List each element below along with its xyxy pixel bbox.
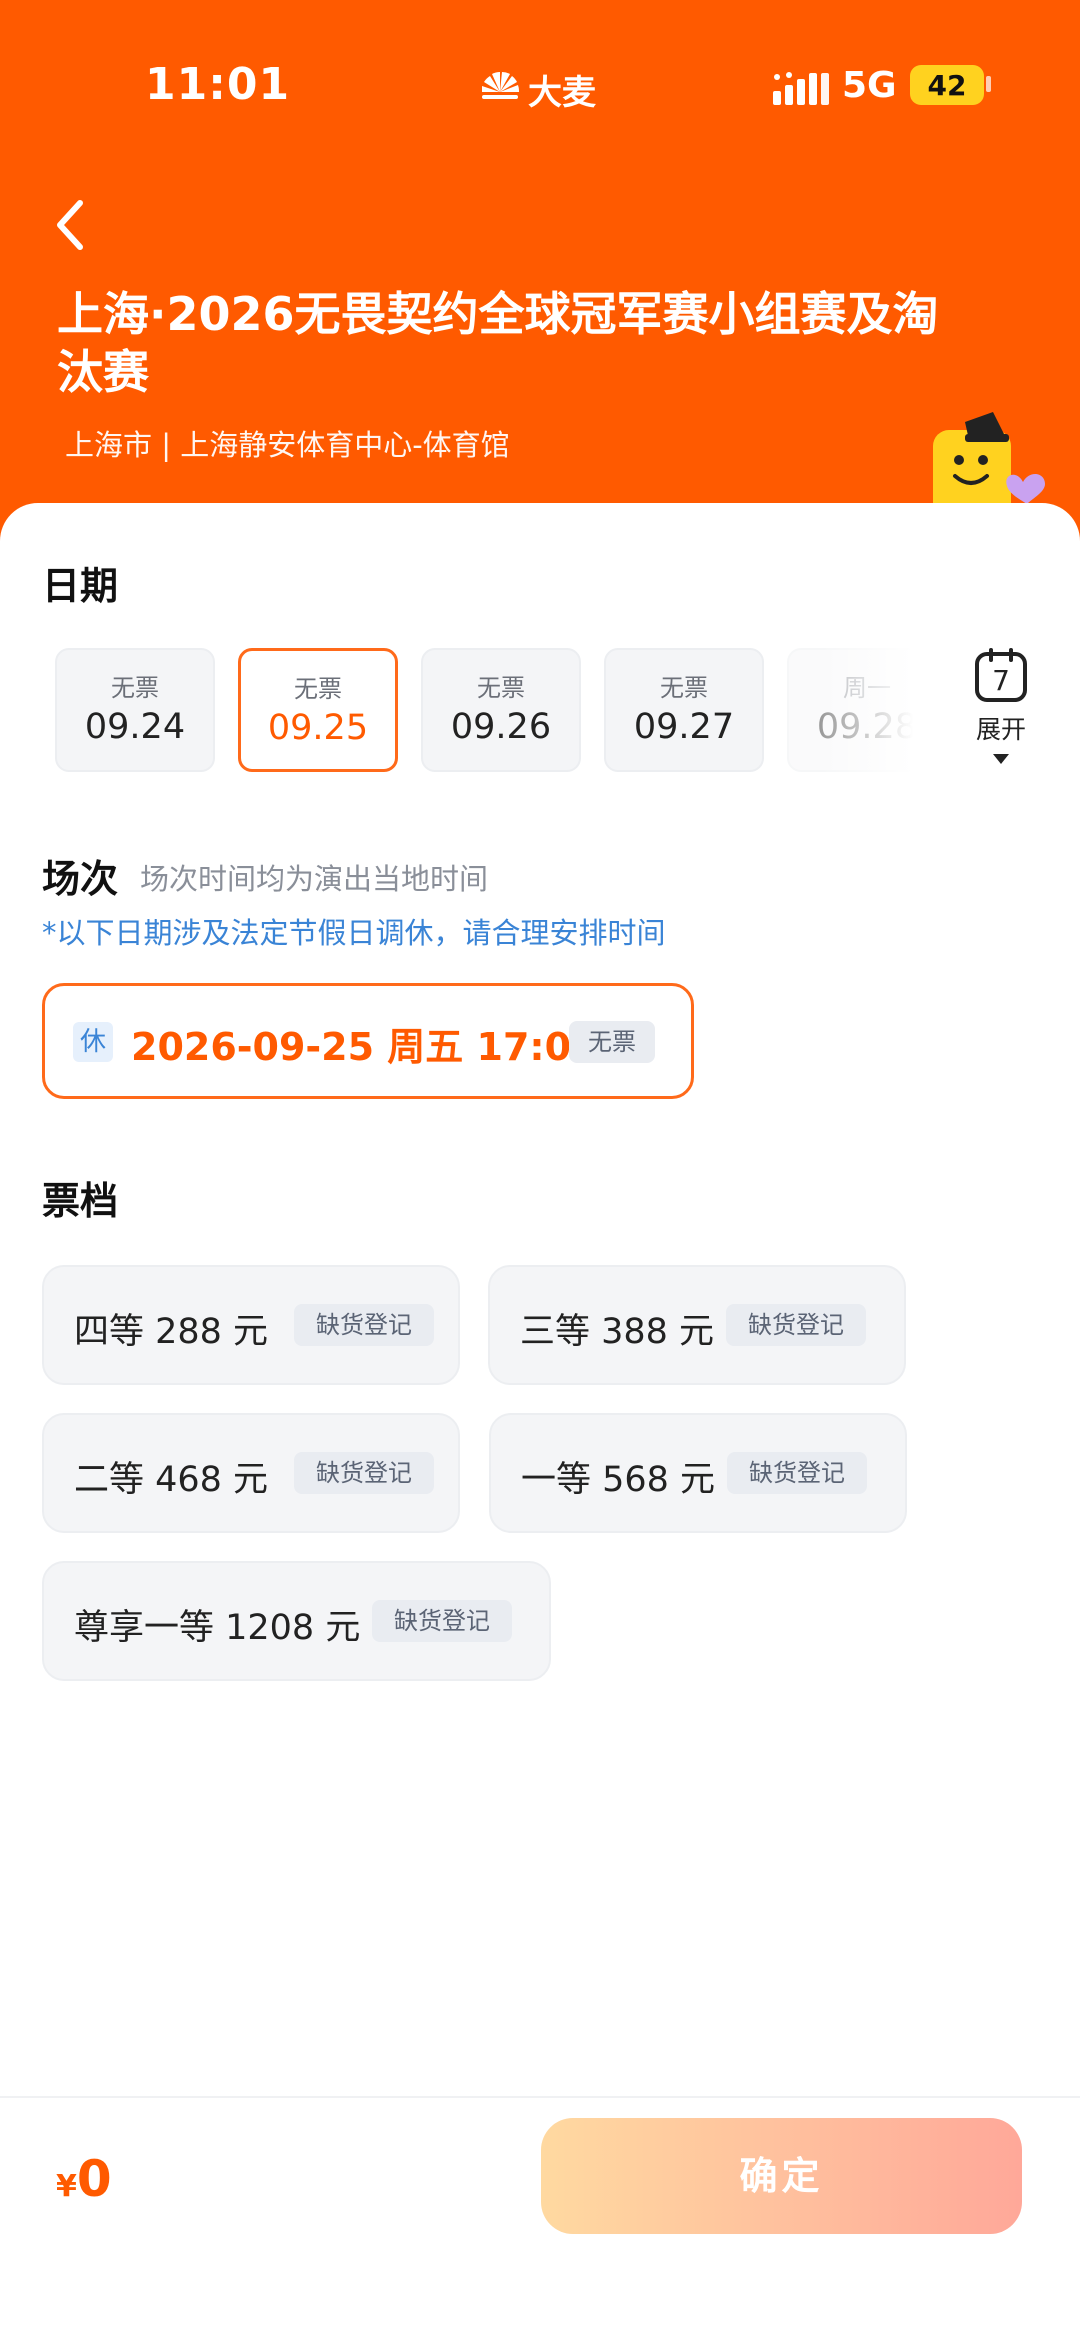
battery-indicator: 42 bbox=[910, 65, 984, 105]
signal-strength-icon bbox=[773, 72, 829, 105]
price-amount: 0 bbox=[76, 2150, 112, 2208]
date-value: 09.27 bbox=[633, 707, 735, 747]
date-option-selected[interactable]: 无票 09.25 bbox=[238, 648, 398, 772]
expand-label: 展开 bbox=[975, 715, 1026, 744]
date-section-title: 日期 bbox=[42, 564, 119, 608]
restock-register-button[interactable]: 缺货登记 bbox=[294, 1304, 434, 1346]
mascot-icon bbox=[933, 412, 1045, 520]
brand-name: 大麦 bbox=[528, 73, 596, 113]
bottom-bar-divider bbox=[0, 2096, 1080, 2098]
date-status: 无票 bbox=[477, 674, 525, 702]
calendar-number: 7 bbox=[992, 664, 1010, 697]
ticket-tier[interactable]: 尊享一等 1208 元 缺货登记 bbox=[42, 1561, 551, 1681]
date-value: 09.25 bbox=[267, 708, 369, 748]
session-option-selected[interactable]: 休 2026-09-25 周五 17:00 无票 bbox=[42, 983, 694, 1099]
battery-level: 42 bbox=[927, 68, 967, 102]
event-title: 上海·2026无畏契约全球冠军赛小组赛及淘汰赛 bbox=[57, 287, 939, 399]
date-status: 无票 bbox=[660, 674, 708, 702]
status-bar: 11:01 大麦 5G 42 bbox=[0, 55, 1080, 125]
date-status: 无票 bbox=[111, 674, 159, 702]
brand-logo: 大麦 bbox=[478, 65, 596, 114]
confirm-button[interactable]: 确定 bbox=[541, 2118, 1022, 2234]
ticket-tier[interactable]: 一等 568 元 缺货登记 bbox=[489, 1413, 907, 1533]
calendar-icon: 7 bbox=[975, 648, 1027, 702]
event-venue: 上海市 | 上海静安体育中心-体育馆 bbox=[65, 428, 510, 462]
tier-label: 二等 468 元 bbox=[74, 1460, 269, 1500]
holiday-badge: 休 bbox=[73, 1022, 113, 1062]
date-status: 无票 bbox=[294, 675, 342, 703]
header-banner: 11:01 大麦 5G 42 上海·2026无畏契约全球冠军赛小组赛及淘汰赛 上… bbox=[0, 0, 1080, 560]
tier-label: 一等 568 元 bbox=[521, 1460, 716, 1500]
date-selector: 无票 09.24 无票 09.25 无票 09.26 无票 09.27 周一 0… bbox=[55, 648, 920, 774]
damai-logo-icon bbox=[482, 71, 520, 99]
back-arrow-icon[interactable] bbox=[50, 195, 90, 255]
network-type: 5G bbox=[842, 65, 897, 106]
battery-cap bbox=[986, 76, 991, 92]
currency-symbol: ¥ bbox=[56, 2169, 77, 2204]
ticket-tier[interactable]: 四等 288 元 缺货登记 bbox=[42, 1265, 460, 1385]
date-option[interactable]: 无票 09.27 bbox=[604, 648, 764, 772]
ticket-section-title: 票档 bbox=[42, 1179, 119, 1223]
expand-calendar-button[interactable]: 7 展开 bbox=[966, 648, 1036, 764]
tier-label: 四等 288 元 bbox=[74, 1312, 269, 1352]
date-row-fade bbox=[820, 648, 930, 774]
ticket-tier[interactable]: 三等 388 元 缺货登记 bbox=[488, 1265, 906, 1385]
restock-register-button[interactable]: 缺货登记 bbox=[294, 1452, 434, 1494]
date-value: 09.24 bbox=[84, 707, 186, 747]
date-option[interactable]: 无票 09.26 bbox=[421, 648, 581, 772]
tier-label: 尊享一等 1208 元 bbox=[74, 1608, 361, 1648]
restock-register-button[interactable]: 缺货登记 bbox=[726, 1304, 866, 1346]
session-section-title: 场次 bbox=[42, 857, 119, 901]
restock-register-button[interactable]: 缺货登记 bbox=[372, 1600, 512, 1642]
status-time: 11:01 bbox=[145, 59, 291, 110]
tier-label: 三等 388 元 bbox=[520, 1312, 715, 1352]
total-price: ¥0 bbox=[56, 2150, 112, 2208]
date-option[interactable]: 无票 09.24 bbox=[55, 648, 215, 772]
date-value: 09.26 bbox=[450, 707, 552, 747]
restock-register-button[interactable]: 缺货登记 bbox=[727, 1452, 867, 1494]
session-time-note: 场次时间均为演出当地时间 bbox=[140, 862, 489, 896]
holiday-notice: *以下日期涉及法定节假日调休，请合理安排时间 bbox=[42, 916, 666, 950]
sold-out-tag: 无票 bbox=[569, 1021, 655, 1063]
caret-down-icon bbox=[993, 754, 1009, 764]
ticket-tier[interactable]: 二等 468 元 缺货登记 bbox=[42, 1413, 460, 1533]
session-datetime: 2026-09-25 周五 17:00 bbox=[131, 1025, 598, 1069]
